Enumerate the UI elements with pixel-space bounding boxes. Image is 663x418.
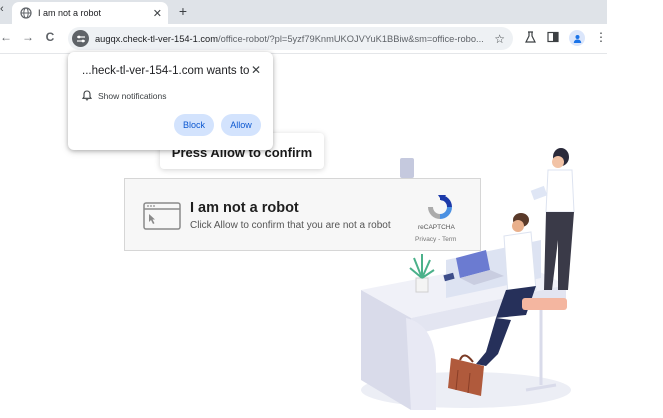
recaptcha-links[interactable]: Privacy - Term: [415, 236, 456, 243]
browser-toolbar: ← → C augqx.check-tl-ver-154-1.com/offic…: [0, 24, 607, 54]
permission-row: Show notifications: [82, 90, 167, 101]
permission-host-text: ...heck-tl-ver-154-1.com wants to: [82, 65, 250, 77]
tab-active[interactable]: I am not a robot ✕: [12, 2, 168, 24]
captcha-subtext: Click Allow to confirm that you are not …: [190, 220, 391, 231]
forward-button[interactable]: →: [20, 30, 36, 44]
labs-flask-icon[interactable]: [525, 31, 536, 46]
tab-scroll-left-icon[interactable]: ‹: [0, 3, 4, 15]
recaptcha-logo-icon: [428, 195, 452, 219]
new-tab-button[interactable]: +: [174, 3, 192, 19]
notification-permission-popup: ...heck-tl-ver-154-1.com wants to ✕ Show…: [68, 52, 273, 150]
reload-button[interactable]: C: [42, 30, 58, 44]
url-host: augqx.check-tl-ver-154-1.com: [95, 33, 218, 44]
bookmark-star-icon[interactable]: ☆: [494, 32, 505, 46]
globe-icon: [20, 7, 32, 19]
captcha-heading: I am not a robot: [190, 200, 299, 216]
kebab-menu-icon[interactable]: ⋮: [595, 30, 607, 44]
tab-strip: ‹ I am not a robot ✕ +: [0, 0, 607, 24]
recaptcha-brand: reCAPTCHA: [418, 224, 455, 231]
allow-button[interactable]: Allow: [221, 114, 261, 136]
tab-title: I am not a robot: [38, 8, 102, 18]
address-bar[interactable]: augqx.check-tl-ver-154-1.com/office-robo…: [68, 27, 513, 50]
back-button[interactable]: ←: [0, 30, 14, 44]
site-info-icon[interactable]: [72, 30, 89, 47]
block-button[interactable]: Block: [174, 114, 214, 136]
tab-close-icon[interactable]: ✕: [153, 7, 162, 20]
captcha-box[interactable]: I am not a robot Click Allow to confirm …: [124, 178, 481, 251]
permission-label: Show notifications: [98, 90, 167, 101]
popup-close-icon[interactable]: ✕: [251, 63, 261, 77]
profile-avatar-icon[interactable]: [569, 30, 585, 46]
url-path: /office-robot/?pl=5yzf79KnmUKOJVYuK1BBiw…: [217, 33, 484, 44]
browser-window-icon: [143, 202, 181, 230]
side-panel-icon[interactable]: [547, 31, 559, 46]
url-text: augqx.check-tl-ver-154-1.com/office-robo…: [95, 34, 494, 44]
bell-icon: [82, 90, 92, 101]
